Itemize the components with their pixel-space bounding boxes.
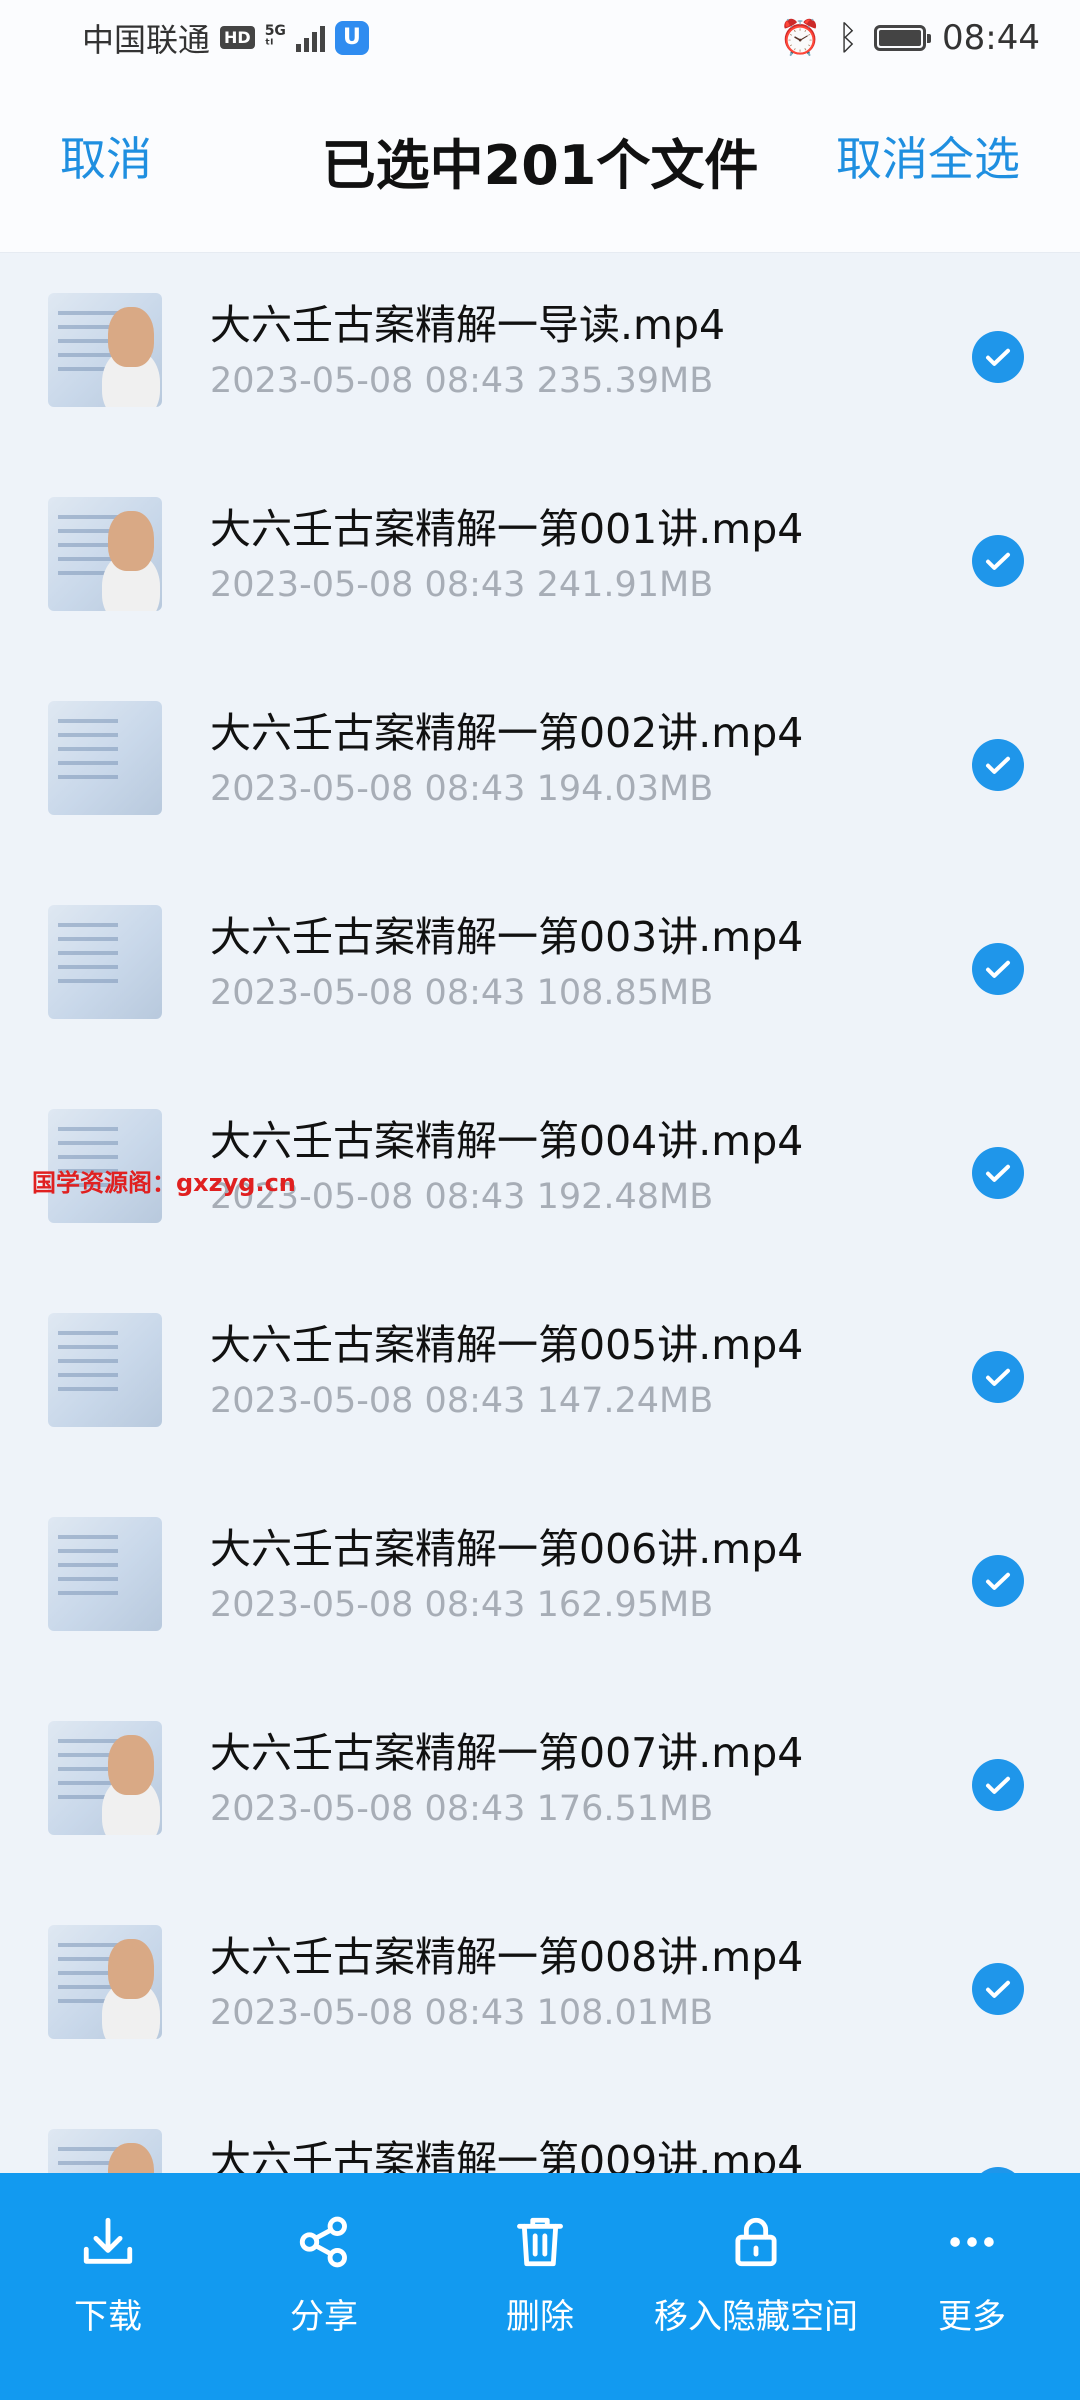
list-item[interactable]: 大六壬古案精解一第009讲.mp4 xyxy=(0,2089,1080,2173)
file-name: 大六壬古案精解一第009讲.mp4 xyxy=(210,2137,804,2173)
checked-icon[interactable] xyxy=(972,535,1024,587)
download-label: 下载 xyxy=(74,2297,142,2337)
file-name: 大六壬古案精解一第003讲.mp4 xyxy=(210,913,804,961)
checked-icon[interactable] xyxy=(972,1963,1024,2015)
share-icon xyxy=(299,2216,347,2268)
file-name: 大六壬古案精解一第004讲.mp4 xyxy=(210,1117,804,1165)
file-meta: 2023-05-08 08:43 194.03MB xyxy=(210,769,714,809)
file-meta: 2023-05-08 08:43 108.01MB xyxy=(210,1993,714,2033)
list-item[interactable]: 大六壬古案精解一第003讲.mp4 2023-05-08 08:43 108.8… xyxy=(0,865,1080,1069)
lock-icon xyxy=(735,2217,777,2267)
file-name: 大六壬古案精解一第006讲.mp4 xyxy=(210,1525,804,1573)
list-item[interactable]: 大六壬古案精解一第002讲.mp4 2023-05-08 08:43 194.0… xyxy=(0,661,1080,865)
file-meta: 2023-05-08 08:43 241.91MB xyxy=(210,565,714,605)
file-name: 大六壬古案精解一第001讲.mp4 xyxy=(210,505,804,553)
delete-label: 删除 xyxy=(506,2297,574,2337)
cancel-button[interactable]: 取消 xyxy=(60,123,152,189)
file-meta: 2023-05-08 08:43 162.95MB xyxy=(210,1585,714,1625)
download-button[interactable]: 下载 xyxy=(0,2213,216,2338)
app-notification-icon: U xyxy=(334,20,369,55)
checked-icon[interactable] xyxy=(972,331,1024,383)
share-label: 分享 xyxy=(290,2297,358,2337)
video-thumbnail xyxy=(48,1721,162,1835)
delete-button[interactable]: 删除 xyxy=(432,2213,648,2338)
move-to-hidden-space-button[interactable]: 移入隐藏空间 xyxy=(648,2213,864,2338)
list-item[interactable]: 大六壬古案精解一第006讲.mp4 2023-05-08 08:43 162.9… xyxy=(0,1477,1080,1681)
video-thumbnail xyxy=(48,1517,162,1631)
checked-icon[interactable] xyxy=(972,1351,1024,1403)
file-name: 大六壬古案精解一第008讲.mp4 xyxy=(210,1933,804,1981)
list-item[interactable]: 大六壬古案精解一第007讲.mp4 2023-05-08 08:43 176.5… xyxy=(0,1681,1080,1885)
alarm-icon: ⏰ xyxy=(779,17,822,58)
carrier-label: 中国联通 xyxy=(82,20,211,59)
checked-icon[interactable] xyxy=(972,1759,1024,1811)
list-item[interactable]: 大六壬古案精解一导读.mp4 2023-05-08 08:43 235.39MB xyxy=(0,253,1080,457)
checked-icon[interactable] xyxy=(972,1147,1024,1199)
list-item[interactable]: 大六壬古案精解一第008讲.mp4 2023-05-08 08:43 108.0… xyxy=(0,1885,1080,2089)
video-thumbnail xyxy=(48,701,162,815)
battery-icon xyxy=(874,24,932,51)
move-to-hidden-space-label: 移入隐藏空间 xyxy=(654,2297,858,2337)
list-item[interactable]: 大六壬古案精解一第001讲.mp4 2023-05-08 08:43 241.9… xyxy=(0,457,1080,661)
video-thumbnail xyxy=(48,2129,162,2173)
more-button[interactable]: 更多 xyxy=(864,2213,1080,2338)
file-meta: 2023-05-08 08:43 108.85MB xyxy=(210,973,714,1013)
file-name: 大六壬古案精解一第007讲.mp4 xyxy=(210,1729,804,1777)
hd-icon: HD xyxy=(220,26,255,49)
video-thumbnail xyxy=(48,1925,162,2039)
download-icon xyxy=(83,2217,133,2264)
network-type-icon: 5G ᵗᴵ xyxy=(264,22,286,53)
file-name: 大六壬古案精解一导读.mp4 xyxy=(210,301,726,349)
share-button[interactable]: 分享 xyxy=(216,2213,432,2338)
checked-icon[interactable] xyxy=(972,1555,1024,1607)
file-list[interactable]: 大六壬古案精解一导读.mp4 2023-05-08 08:43 235.39MB… xyxy=(0,253,1080,2173)
status-bar: 中国联通 HD 5G ᵗᴵ U ⏰ ᛒ 08:44 xyxy=(0,0,1080,75)
bluetooth-icon: ᛒ xyxy=(837,17,859,58)
checked-icon[interactable] xyxy=(972,943,1024,995)
trash-icon xyxy=(517,2217,563,2267)
file-meta: 2023-05-08 08:43 147.24MB xyxy=(210,1381,714,1421)
clock: 08:44 xyxy=(942,17,1040,58)
file-name: 大六壬古案精解一第005讲.mp4 xyxy=(210,1321,804,1369)
video-thumbnail xyxy=(48,497,162,611)
selection-header: 已选中201个文件 取消 取消全选 xyxy=(0,75,1080,253)
list-item[interactable]: 大六壬古案精解一第005讲.mp4 2023-05-08 08:43 147.2… xyxy=(0,1273,1080,1477)
file-meta: 2023-05-08 08:43 176.51MB xyxy=(210,1789,714,1829)
signal-icon xyxy=(295,24,325,52)
video-thumbnail xyxy=(48,1313,162,1427)
file-name: 大六壬古案精解一第002讲.mp4 xyxy=(210,709,804,757)
watermark-text: 国学资源阁：gxzyg.cn xyxy=(32,1169,296,1197)
video-thumbnail xyxy=(48,293,162,407)
more-dots-icon xyxy=(950,2237,994,2247)
bottom-action-bar: 下载 分享 删除 移入隐藏空间 更多 xyxy=(0,2173,1080,2400)
more-label: 更多 xyxy=(938,2297,1006,2337)
file-meta: 2023-05-08 08:43 235.39MB xyxy=(210,361,714,401)
deselect-all-button[interactable]: 取消全选 xyxy=(836,123,1020,189)
video-thumbnail xyxy=(48,905,162,1019)
checked-icon[interactable] xyxy=(972,739,1024,791)
